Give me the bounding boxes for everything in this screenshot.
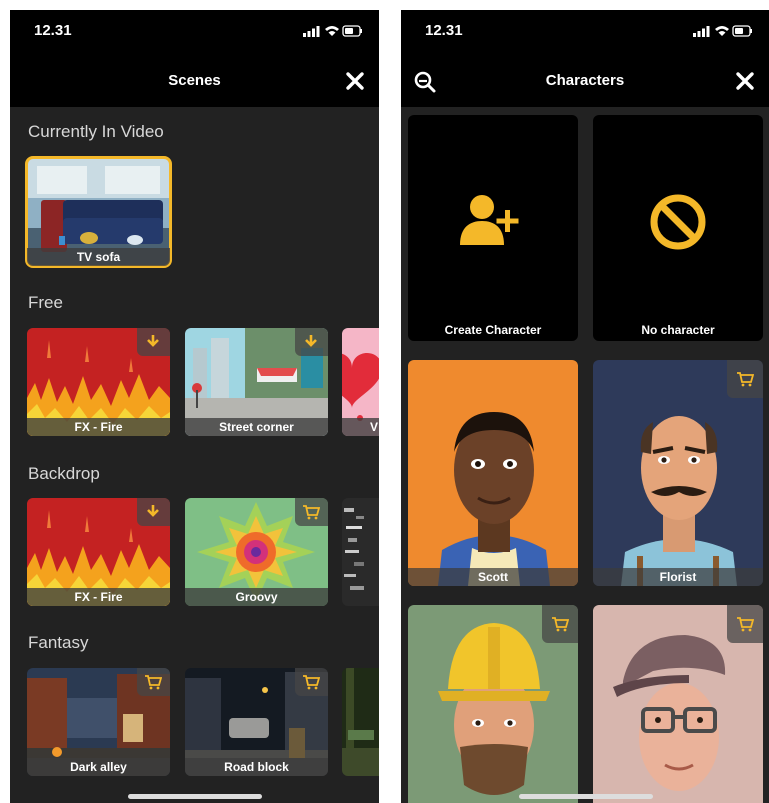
close-icon[interactable]	[345, 71, 365, 91]
scene-label: Street corner	[185, 418, 328, 436]
scene-label: FX - Fire	[27, 588, 170, 606]
scene-dark-alley[interactable]: Dark alley	[27, 668, 170, 776]
cart-badge	[295, 498, 328, 526]
scene-road-block[interactable]: Road block	[185, 668, 328, 776]
home-indicator	[519, 794, 653, 799]
cart-icon	[552, 617, 569, 632]
scene-forest-partial[interactable]	[342, 668, 379, 776]
scene-label: V	[342, 418, 379, 436]
scene-street-corner[interactable]: Street corner	[185, 328, 328, 436]
scene-label: TV sofa	[27, 248, 170, 266]
create-character-tile[interactable]: Create Character	[408, 115, 578, 341]
cart-badge	[137, 668, 170, 696]
cart-icon	[303, 675, 320, 690]
status-icons	[303, 25, 362, 37]
scene-label: Groovy	[185, 588, 328, 606]
scenes-screen: 12.31 Scenes Currently In Video TV sofa …	[10, 10, 379, 803]
scenes-navbar: Scenes	[10, 56, 379, 107]
tile-label: Florist	[593, 568, 763, 586]
scott-avatar	[438, 412, 550, 586]
status-time: 12.31	[425, 22, 463, 39]
tile-label: No character	[641, 323, 715, 337]
section-heading-free: Free	[28, 293, 63, 312]
character-builder[interactable]	[408, 605, 578, 803]
no-entry-icon	[650, 194, 706, 250]
cart-icon	[303, 505, 320, 520]
cart-badge	[542, 605, 578, 643]
home-indicator	[128, 794, 262, 799]
tile-label: Create Character	[444, 323, 542, 337]
status-bar: 12.31	[10, 10, 379, 56]
scene-label: Road block	[185, 758, 328, 776]
scene-label: Dark alley	[27, 758, 170, 776]
no-character-tile[interactable]: No character	[593, 115, 763, 341]
scene-valentine-partial[interactable]: V	[342, 328, 379, 436]
forest-image	[342, 668, 379, 776]
scene-backdrop-fx-fire[interactable]: FX - Fire	[27, 498, 170, 606]
scene-label: FX - Fire	[27, 418, 170, 436]
section-heading-backdrop: Backdrop	[28, 464, 100, 483]
download-badge	[295, 328, 328, 356]
character-scott[interactable]: Scott	[408, 360, 578, 586]
status-icons	[693, 25, 752, 37]
download-badge	[137, 498, 170, 526]
section-heading-fantasy: Fantasy	[28, 633, 89, 652]
status-bar: 12.31	[401, 10, 769, 56]
scene-groovy[interactable]: Groovy	[185, 498, 328, 606]
download-icon	[147, 505, 159, 517]
character-glasses[interactable]	[593, 605, 763, 803]
download-icon	[147, 335, 159, 347]
characters-navbar: Characters	[401, 56, 769, 107]
cart-icon	[737, 617, 754, 632]
download-icon	[305, 335, 317, 347]
scene-noise-partial[interactable]	[342, 498, 379, 606]
scene-fx-fire[interactable]: FX - Fire	[27, 328, 170, 436]
status-time: 12.31	[34, 22, 72, 39]
add-person-icon	[460, 195, 519, 245]
tile-label: Scott	[408, 568, 578, 586]
static-noise-image	[342, 498, 379, 606]
character-florist[interactable]: Florist	[593, 360, 763, 586]
cart-icon	[145, 675, 162, 690]
page-title: Characters	[545, 72, 625, 89]
page-title: Scenes	[168, 72, 221, 89]
characters-screen: 12.31 Characters Create Character No cha…	[401, 10, 769, 803]
cart-badge	[727, 360, 763, 398]
cart-badge	[727, 605, 763, 643]
cart-badge	[295, 668, 328, 696]
download-badge	[137, 328, 170, 356]
close-icon[interactable]	[735, 71, 755, 91]
scene-tv-sofa[interactable]: TV sofa	[25, 156, 172, 268]
section-heading-current: Currently In Video	[28, 122, 164, 141]
cart-icon	[737, 372, 754, 387]
